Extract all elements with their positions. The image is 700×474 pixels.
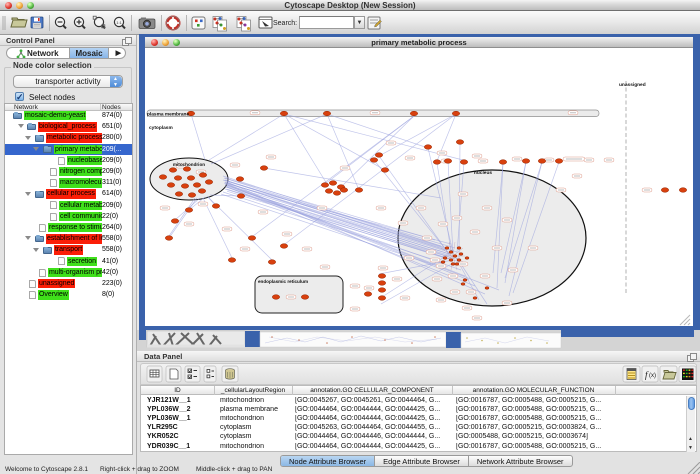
svg-text:cytoplasm: cytoplasm	[149, 125, 173, 131]
svg-text:unassigned: unassigned	[619, 82, 646, 88]
svg-text:nucleus: nucleus	[474, 170, 492, 176]
svg-text:1:1: 1:1	[116, 20, 122, 25]
svg-text:(x): (x)	[649, 373, 656, 379]
svg-text:endoplasmic reticulum: endoplasmic reticulum	[258, 279, 308, 284]
svg-text:mitochondrion: mitochondrion	[173, 162, 205, 167]
svg-text:plasma membrane: plasma membrane	[147, 111, 189, 117]
